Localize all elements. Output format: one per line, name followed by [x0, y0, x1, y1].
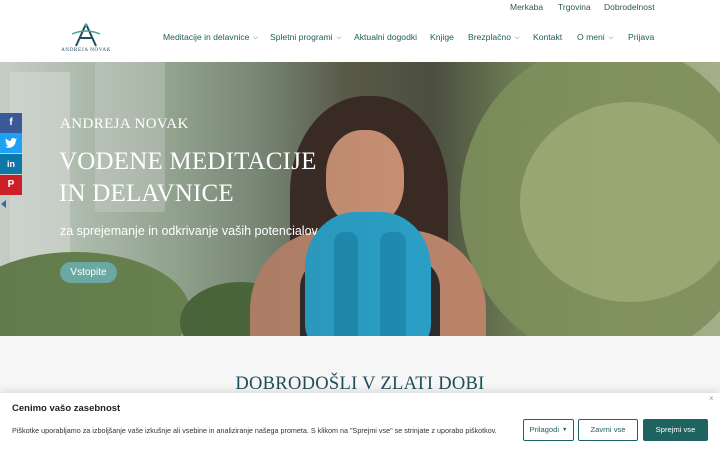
facebook-icon[interactable]: f: [0, 113, 22, 133]
top-utility-bar: Merkaba Trgovina Dobrodelnost: [0, 0, 720, 16]
toplink-merkaba[interactable]: Merkaba: [510, 2, 543, 12]
hero-title: VODENE MEDITACIJE IN DELAVNICE: [59, 146, 359, 210]
twitter-bird-icon: [5, 138, 17, 148]
logo-mark-icon: [71, 23, 101, 47]
hero-title-line1: VODENE MEDITACIJE: [59, 148, 317, 175]
hero-subtitle: ANDREJA NOVAK: [60, 116, 189, 132]
nav-label: Kontakt: [533, 32, 563, 42]
customize-label: Prilagodi: [529, 425, 560, 434]
chevron-down-icon: ⌵: [608, 35, 614, 41]
site-header: ANDREJA NOVAK Meditacije in delavnice ⌵ S…: [0, 16, 720, 62]
accept-all-button[interactable]: Sprejmi vse: [643, 419, 708, 441]
nav-label: Spletni programi: [270, 32, 333, 42]
linkedin-glyph: in: [7, 159, 15, 169]
close-icon[interactable]: ×: [709, 394, 714, 403]
hero-tagline: za sprejemanje in odkrivanje vaših poten…: [60, 224, 318, 238]
chevron-down-icon: ⌵: [336, 35, 342, 41]
linkedin-icon[interactable]: in: [0, 154, 22, 174]
hero-banner: ANDREJA NOVAK VODENE MEDITACIJE IN DELAV…: [0, 62, 720, 336]
cookie-text: Piškotke uporabljamo za izboljšanje vaše…: [12, 426, 497, 435]
vstopite-button[interactable]: Vstopite: [60, 262, 117, 283]
nav-label: Prijava: [628, 32, 655, 42]
nav-spletni-programi[interactable]: Spletni programi ⌵: [270, 32, 341, 42]
chevron-down-icon: ⌵: [515, 35, 520, 41]
reject-all-button[interactable]: Zavrni vse: [578, 419, 638, 441]
pinterest-glyph: P: [7, 179, 15, 190]
nav-label: Brezplačno: [468, 32, 511, 42]
nav-meditacije-in-delavnice[interactable]: Meditacije in delavnice ⌵: [163, 32, 258, 42]
nav-aktualni-dogodki[interactable]: Aktualni dogodki: [354, 32, 417, 42]
caret-down-icon: ▼: [562, 427, 568, 433]
customize-button[interactable]: Prilagodi ▼: [523, 419, 574, 441]
facebook-glyph: f: [9, 117, 13, 128]
nav-label: O meni: [577, 32, 605, 42]
social-collapse-arrow-icon[interactable]: [1, 200, 6, 208]
pinterest-icon[interactable]: P: [0, 175, 22, 195]
chevron-down-icon: ⌵: [253, 35, 259, 41]
hero-title-line2: IN DELAVNICE: [59, 180, 234, 207]
nav-label: Knjige: [430, 32, 454, 42]
logo-text: ANDREJA NOVAK: [60, 47, 112, 53]
cookie-title: Cenimo vašo zasebnost: [12, 403, 121, 414]
nav-o-meni[interactable]: O meni ⌵: [577, 32, 613, 42]
welcome-title: DOBRODOŠLI V ZLATI DOBI: [235, 374, 485, 394]
toplink-dobrodelnost[interactable]: Dobrodelnost: [604, 2, 655, 12]
nav-prijava[interactable]: Prijava: [628, 32, 654, 42]
toplink-trgovina[interactable]: Trgovina: [558, 2, 591, 12]
twitter-icon[interactable]: [0, 133, 22, 153]
logo[interactable]: ANDREJA NOVAK: [58, 22, 114, 58]
cookie-banner: × Cenimo vašo zasebnost Piškotke uporabl…: [0, 393, 720, 450]
nav-label: Meditacije in delavnice: [163, 32, 250, 42]
nav-kontakt[interactable]: Kontakt: [533, 32, 562, 42]
nav-knjige[interactable]: Knjige: [430, 32, 454, 42]
nav-label: Aktualni dogodki: [354, 32, 418, 42]
nav-brezplacno[interactable]: Brezplačno ⌵: [468, 32, 520, 42]
